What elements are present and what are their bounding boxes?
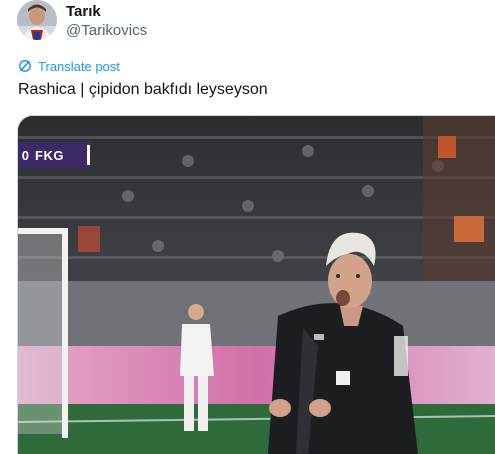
video-player[interactable]: 0 FKG (17, 115, 495, 454)
scorebug-divider (87, 145, 90, 165)
author-display-name[interactable]: Tarık (66, 3, 101, 20)
translate-icon (19, 60, 31, 72)
pitch (18, 404, 495, 454)
author-handle[interactable]: @Tarikovics (66, 22, 147, 39)
score-digit: 0 (21, 147, 29, 163)
avatar-photo-icon (17, 0, 57, 40)
scorebug: 0 FKG (18, 142, 90, 168)
translate-post-link[interactable]: Translate post (18, 58, 120, 74)
goal-frame (18, 228, 68, 438)
post-text: Rashica | çipidon bakfıdı leyseyson (18, 81, 268, 98)
advertising-board (18, 346, 495, 404)
team-abbreviation: FKG (35, 147, 64, 163)
avatar[interactable] (17, 0, 57, 40)
translate-post-label: Translate post (38, 58, 120, 74)
